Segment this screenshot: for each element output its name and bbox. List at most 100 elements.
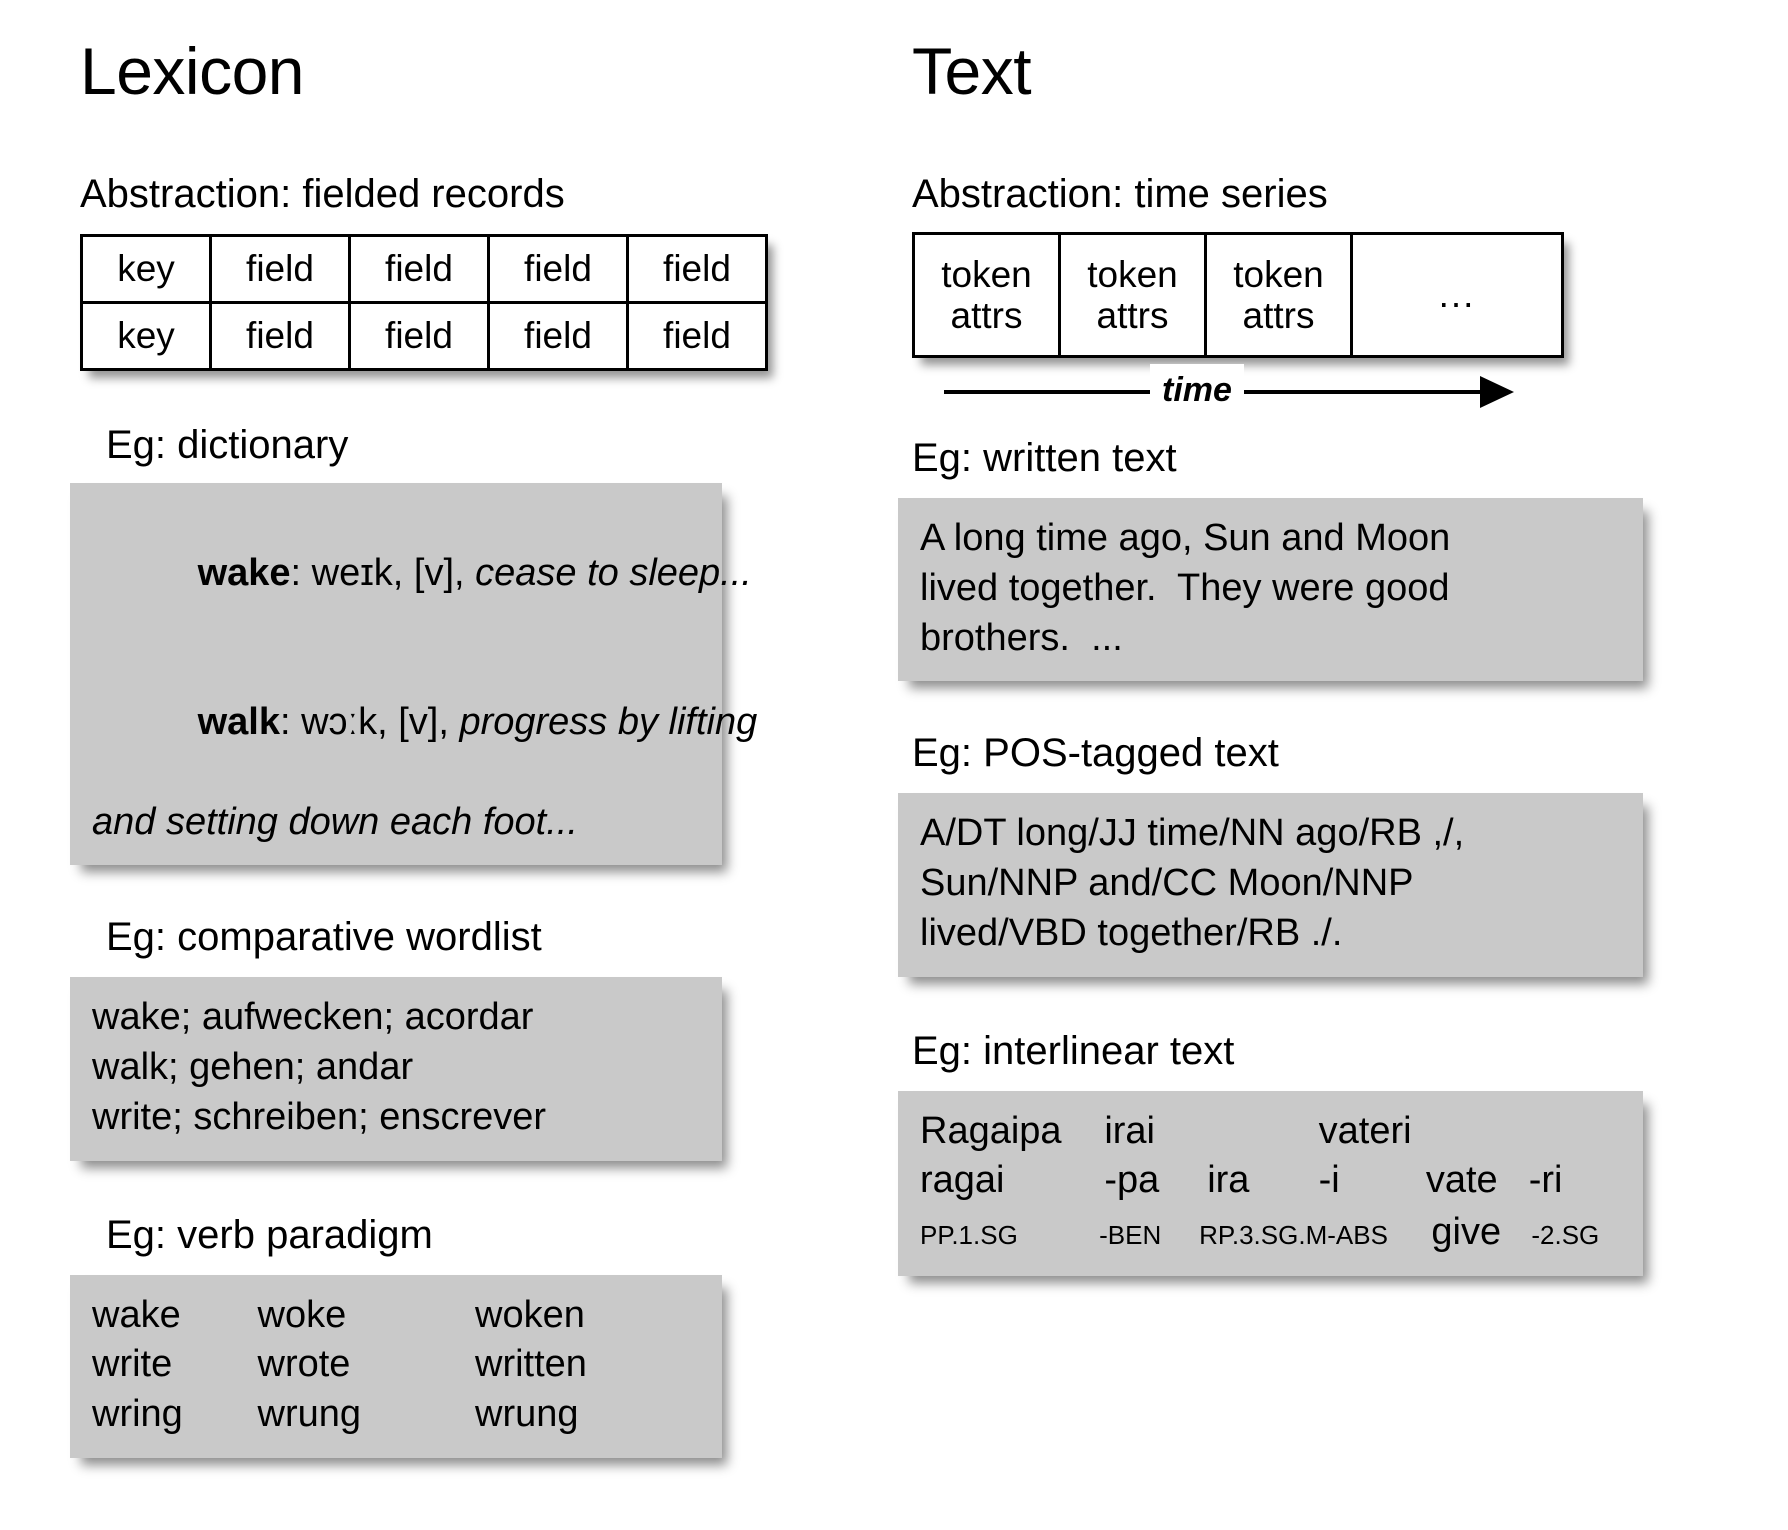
eg-dictionary-heading: Eg: dictionary xyxy=(106,423,349,467)
dictionary-separator: : xyxy=(279,701,302,744)
paradigm-past: wrung xyxy=(257,1393,362,1436)
two-column-layout: Lexicon Abstraction: fielded records key… xyxy=(0,0,1788,1458)
paradigm-row: write wrote written xyxy=(92,1340,702,1390)
text-column: Text Abstraction: time series token attr… xyxy=(890,0,1788,1458)
dictionary-pos: [v], xyxy=(413,551,476,594)
pos-tagged-line: A/DT long/JJ time/NN ago/RB ,/, xyxy=(920,812,1465,855)
dictionary-entry: wake: weɪk, [v], cease to sleep... xyxy=(92,499,752,648)
token-attrs-label: attrs xyxy=(950,295,1023,336)
table-row: token attrs token attrs token attrs ... xyxy=(912,232,1564,358)
lexicon-column: Lexicon Abstraction: fielded records key… xyxy=(0,0,890,1458)
token-label: token xyxy=(1087,253,1178,295)
dictionary-entry: walk: wɔːk, [v], progress by lifting xyxy=(92,648,758,797)
token-label: token xyxy=(1233,253,1324,295)
written-text-line: A long time ago, Sun and Moon xyxy=(920,517,1451,559)
eg-interlinear-text-heading: Eg: interlinear text xyxy=(912,1028,1235,1073)
record-field-cell: field xyxy=(487,301,629,371)
token-ellipsis-cell: ... xyxy=(1350,232,1564,358)
pos-tagged-line: lived/VBD together/RB ./. xyxy=(920,911,1343,954)
dictionary-definition: progress by lifting xyxy=(459,701,758,744)
interlinear-gloss: give xyxy=(1431,1211,1502,1254)
dictionary-pronunciation: wɔːk, xyxy=(301,701,399,744)
arrow-head-icon xyxy=(1480,376,1514,408)
interlinear-gloss: RP.3.SG.M xyxy=(1199,1220,1328,1251)
token-attrs-label: attrs xyxy=(1242,295,1315,336)
dictionary-headword: wake xyxy=(197,551,291,594)
interlinear-text-example-box: Ragaipa irai vateri ragai -pa ira -i vat… xyxy=(898,1090,1643,1276)
paradigm-base: wring xyxy=(92,1393,183,1436)
paradigm-participle: woken xyxy=(475,1293,585,1336)
token-cell: token attrs xyxy=(1058,232,1207,358)
interlinear-gloss: -2.SG xyxy=(1531,1220,1600,1251)
record-field-cell: field xyxy=(209,301,351,371)
token-cell: token attrs xyxy=(1204,232,1353,358)
paradigm-past: wrote xyxy=(257,1343,351,1386)
record-field-cell: field xyxy=(348,234,490,304)
token-cell: token attrs xyxy=(912,232,1061,358)
interlinear-morpheme: vate xyxy=(1425,1159,1498,1202)
eg-pos-tagged-text-heading: Eg: POS-tagged text xyxy=(912,731,1279,776)
paradigm-base: wake xyxy=(92,1293,181,1336)
wordlist-line: wake; aufwecken; acordar xyxy=(92,996,534,1039)
time-series-table: token attrs token attrs token attrs ... xyxy=(912,232,1564,358)
fielded-records-table-wrap: key field field field field key field fi… xyxy=(80,234,890,371)
text-abstraction-heading: Abstraction: time series xyxy=(912,172,1328,216)
text-title: Text xyxy=(912,34,1032,108)
dictionary-pos: [v], xyxy=(398,701,460,744)
paradigm-past: woke xyxy=(257,1293,347,1336)
paradigm-row: wake woke woken xyxy=(92,1291,702,1341)
wordlist-line: walk; gehen; andar xyxy=(92,1046,414,1089)
comparative-wordlist-example-box: wake; aufwecken; acordar walk; gehen; an… xyxy=(70,977,722,1161)
record-field-cell: field xyxy=(348,301,490,371)
fielded-records-table: key field field field field key field fi… xyxy=(80,234,768,371)
interlinear-gloss: -BEN xyxy=(1099,1220,1162,1251)
token-label: token xyxy=(941,253,1032,295)
pos-tagged-text-example-box: A/DT long/JJ time/NN ago/RB ,/, Sun/NNP … xyxy=(898,793,1643,977)
eg-comparative-wordlist-heading: Eg: comparative wordlist xyxy=(106,915,542,960)
dictionary-pronunciation: weɪk, xyxy=(311,551,414,594)
written-text-line: lived together. They were good xyxy=(920,566,1450,609)
paradigm-participle: written xyxy=(475,1343,587,1386)
eg-verb-paradigm-heading: Eg: verb paradigm xyxy=(106,1212,433,1257)
interlinear-morpheme: ira xyxy=(1207,1159,1250,1202)
interlinear-morpheme: -pa xyxy=(1104,1159,1160,1202)
dictionary-definition-continued: and setting down each foot... xyxy=(92,800,578,843)
table-row: key field field field field xyxy=(80,301,768,371)
dictionary-headword: walk xyxy=(197,701,280,744)
dictionary-example-box: wake: weɪk, [v], cease to sleep... walk:… xyxy=(70,483,758,866)
written-text-example-box: A long time ago, Sun and Moon lived toge… xyxy=(898,498,1643,682)
record-field-cell: field xyxy=(626,234,768,304)
record-field-cell: field xyxy=(626,301,768,371)
paradigm-participle: wrung xyxy=(475,1393,579,1436)
interlinear-word: irai xyxy=(1104,1109,1156,1152)
interlinear-word: vateri xyxy=(1318,1109,1412,1152)
interlinear-word: Ragaipa xyxy=(920,1109,1062,1152)
interlinear-morpheme: ragai xyxy=(920,1159,1005,1202)
record-key-cell: key xyxy=(80,301,212,371)
verb-paradigm-example-box: wake woke woken write wrote written wrin… xyxy=(70,1274,722,1458)
interlinear-morpheme: -i xyxy=(1318,1159,1340,1202)
token-attrs-label: attrs xyxy=(1096,295,1169,336)
record-key-cell: key xyxy=(80,234,212,304)
record-field-cell: field xyxy=(487,234,629,304)
time-axis-label: time xyxy=(1150,364,1244,416)
slide-canvas: Lexicon Abstraction: fielded records key… xyxy=(0,0,1788,1530)
eg-written-text-heading: Eg: written text xyxy=(912,436,1177,480)
interlinear-source-row: Ragaipa irai vateri xyxy=(920,1107,1623,1157)
interlinear-gloss-row: PP.1.SG -BEN RP.3.SG.M -ABS give -2.SG xyxy=(920,1208,1623,1258)
interlinear-gloss: -ABS xyxy=(1327,1220,1388,1251)
written-text-line: brothers. ... xyxy=(920,616,1123,659)
interlinear-gloss: PP.1.SG xyxy=(920,1220,1018,1251)
lexicon-abstraction-heading: Abstraction: fielded records xyxy=(80,172,565,216)
time-axis-arrow: time xyxy=(944,364,1514,420)
wordlist-line: write; schreiben; enscrever xyxy=(92,1095,547,1138)
pos-tagged-line: Sun/NNP and/CC Moon/NNP xyxy=(920,862,1414,905)
table-row: key field field field field xyxy=(80,234,768,304)
dictionary-definition: cease to sleep... xyxy=(475,551,752,594)
paradigm-base: write xyxy=(92,1343,173,1386)
dictionary-separator: : xyxy=(290,551,312,594)
interlinear-morpheme-row: ragai -pa ira -i vate -ri xyxy=(920,1156,1623,1206)
paradigm-row: wring wrung wrung xyxy=(92,1390,702,1440)
interlinear-morpheme: -ri xyxy=(1528,1159,1563,1202)
lexicon-title: Lexicon xyxy=(80,34,305,108)
